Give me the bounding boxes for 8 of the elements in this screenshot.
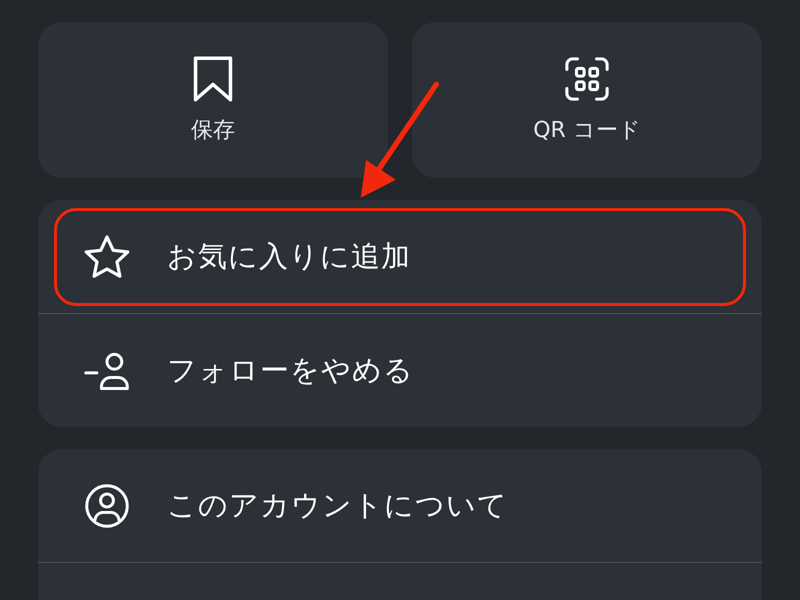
- menu-item[interactable]: このアカウントについて: [54, 456, 746, 554]
- star-icon: [83, 234, 131, 280]
- person-circle-icon: [83, 482, 131, 528]
- qr-code-icon: [564, 55, 610, 103]
- menu-item[interactable]: フォローをやめる: [54, 322, 746, 420]
- save-button[interactable]: 保存: [38, 22, 388, 178]
- highlighted-menu-item[interactable]: お気に入りに追加: [54, 208, 746, 306]
- qr-code-button[interactable]: QR コード: [412, 22, 762, 178]
